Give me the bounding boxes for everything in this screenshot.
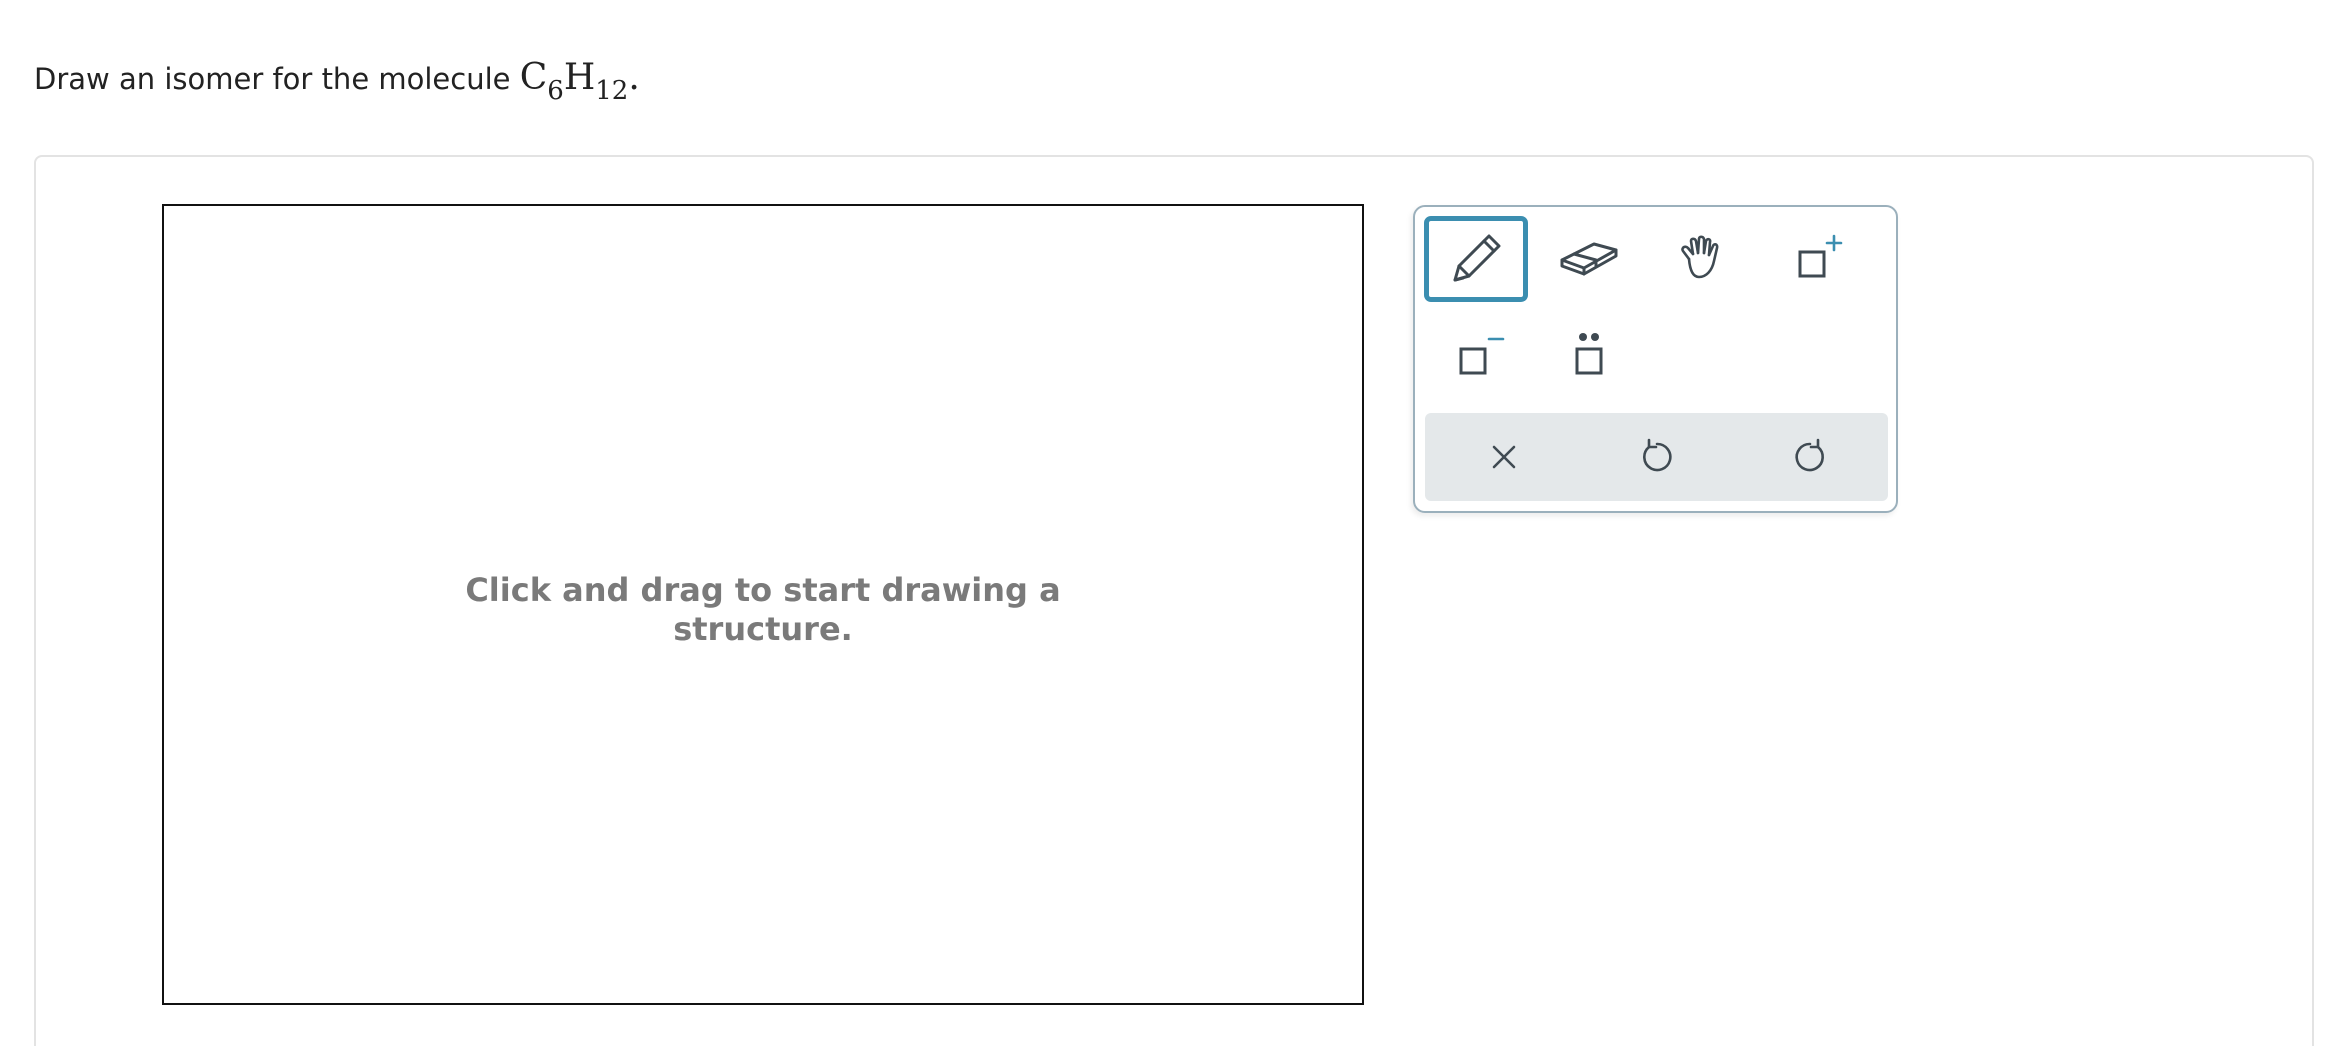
clear-icon bbox=[1492, 445, 1516, 469]
pencil-tool-button[interactable] bbox=[1424, 216, 1528, 302]
eraser-icon bbox=[1560, 242, 1618, 276]
question-text: Draw an isomer for the molecule bbox=[34, 62, 520, 96]
formula-carbon: C bbox=[519, 57, 548, 98]
drawing-toolbar bbox=[1413, 205, 1898, 513]
redo-button[interactable] bbox=[1755, 413, 1865, 501]
negative-charge-button[interactable] bbox=[1424, 311, 1528, 397]
canvas-hint: Click and drag to start drawing a struct… bbox=[164, 571, 1362, 649]
move-tool-button[interactable] bbox=[1651, 216, 1755, 302]
lone-pair-button[interactable] bbox=[1537, 311, 1641, 397]
positive-charge-icon bbox=[1798, 234, 1843, 278]
undo-icon bbox=[1643, 438, 1672, 472]
page: Draw an isomer for the molecule C6H12. C… bbox=[0, 0, 2328, 1046]
undo-button[interactable] bbox=[1602, 413, 1712, 501]
hand-move-icon bbox=[1681, 235, 1719, 279]
formula-hydrogen: H bbox=[563, 57, 596, 98]
formula-hydrogen-count: 12 bbox=[595, 76, 629, 106]
formula-period: . bbox=[628, 57, 640, 98]
canvas-hint-line-2: structure. bbox=[673, 610, 853, 648]
action-bar bbox=[1425, 413, 1888, 501]
redo-icon bbox=[1795, 438, 1824, 472]
question-prompt: Draw an isomer for the molecule C6H12. bbox=[34, 57, 640, 105]
positive-charge-button[interactable] bbox=[1765, 216, 1869, 302]
formula-carbon-count: 6 bbox=[547, 76, 564, 106]
canvas-hint-line-1: Click and drag to start drawing a bbox=[465, 571, 1061, 609]
lone-pair-icon bbox=[1575, 333, 1603, 375]
negative-charge-icon bbox=[1459, 337, 1505, 375]
eraser-tool-button[interactable] bbox=[1537, 216, 1641, 302]
pencil-icon bbox=[1453, 234, 1501, 282]
clear-button[interactable] bbox=[1449, 413, 1559, 501]
drawing-canvas[interactable]: Click and drag to start drawing a struct… bbox=[162, 204, 1364, 1005]
molecule-formula: C6H12. bbox=[519, 57, 640, 105]
